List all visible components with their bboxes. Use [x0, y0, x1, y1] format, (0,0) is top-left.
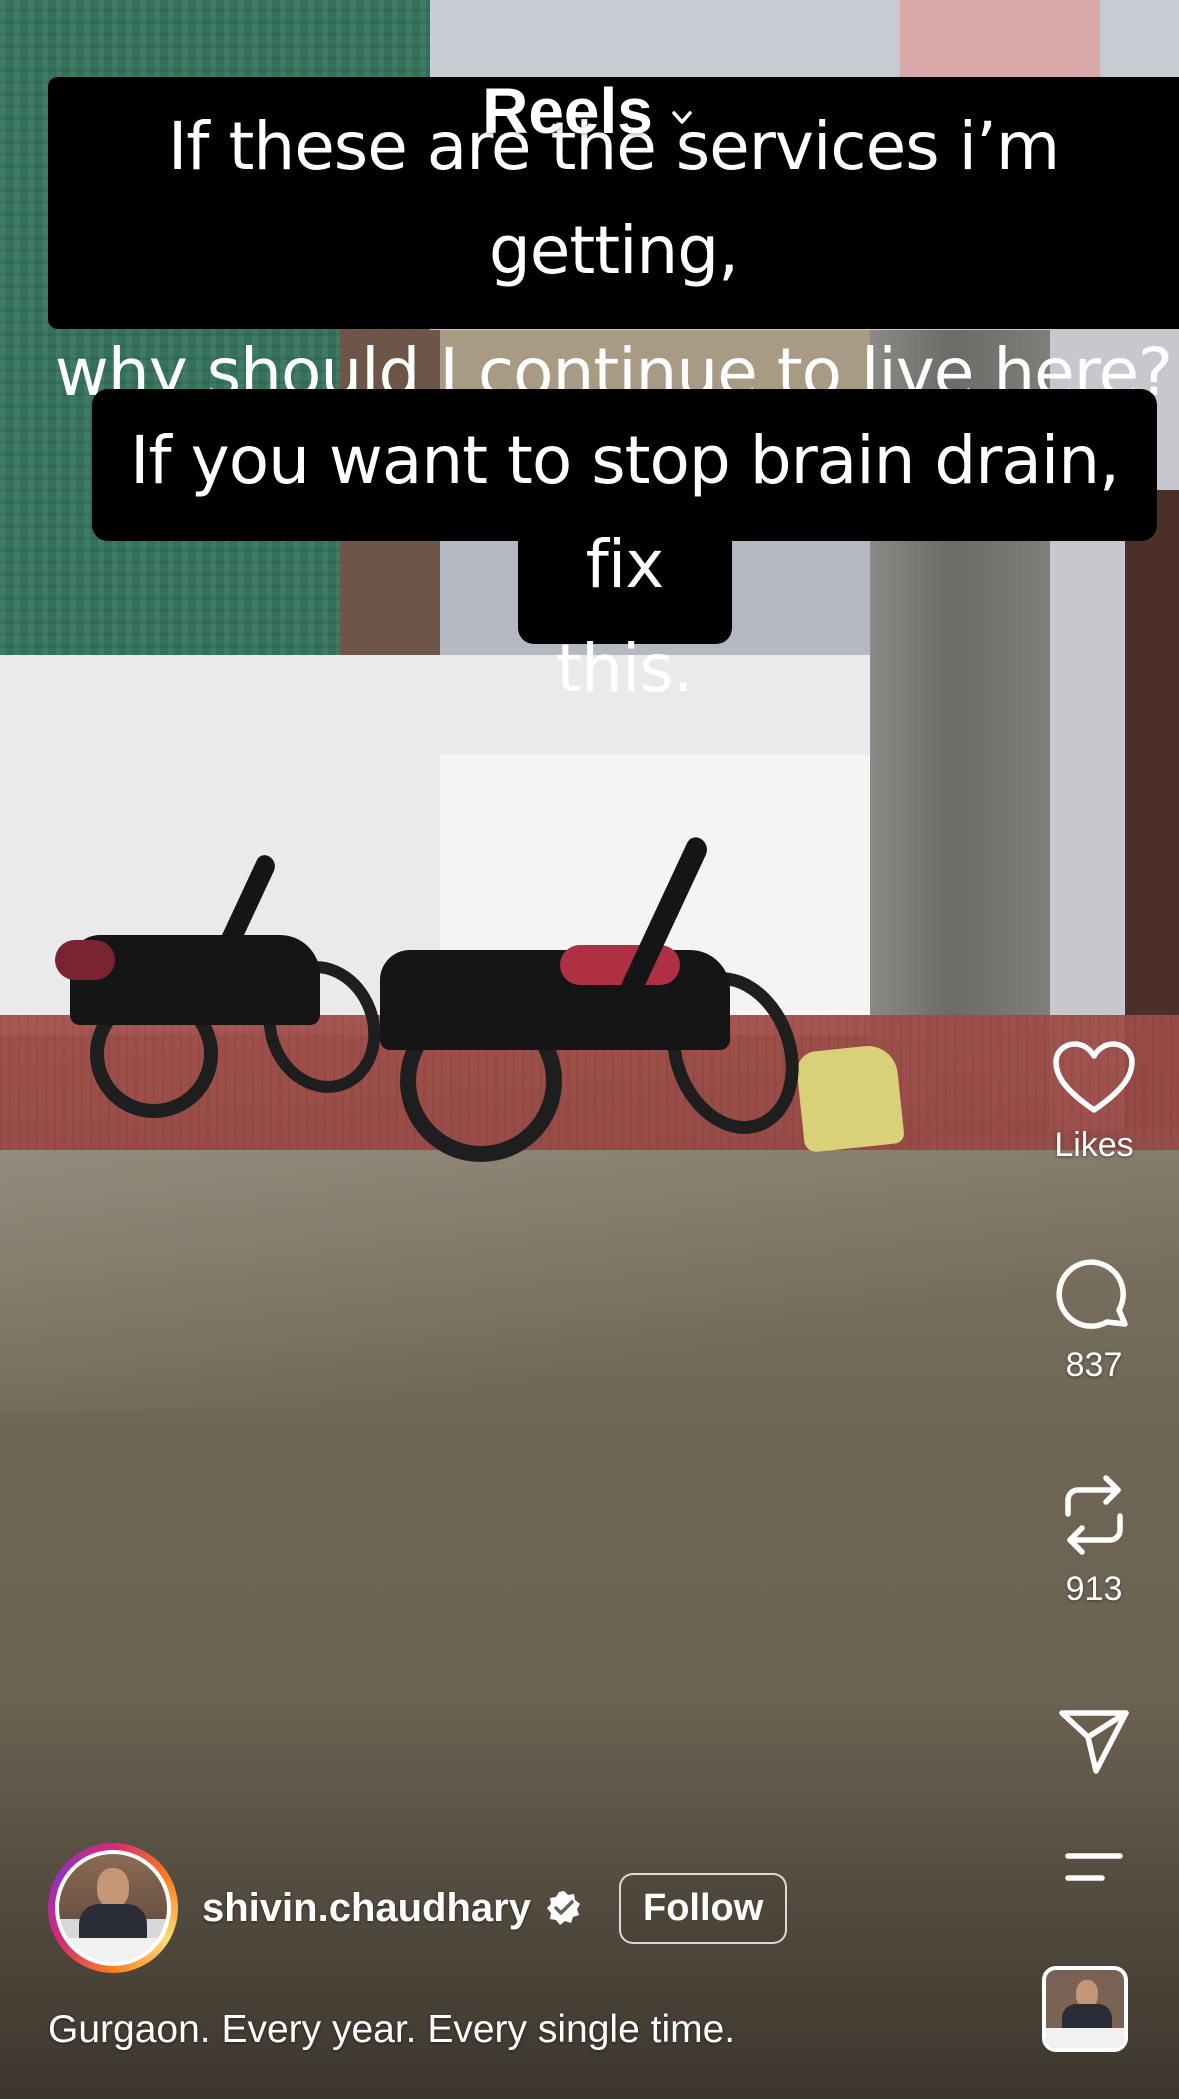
share-button[interactable]: [1009, 1705, 1179, 1777]
reels-dropdown[interactable]: Reels: [482, 74, 697, 148]
send-icon: [1009, 1705, 1179, 1777]
repost-icon: [1009, 1470, 1179, 1560]
repost-count: 913: [1065, 1570, 1123, 1608]
like-button[interactable]: Likes: [1009, 1040, 1179, 1165]
caption-line-3: If you want to stop brain drain, fix: [129, 422, 1120, 603]
verified-badge-icon: [545, 1889, 583, 1932]
water-reflection: [0, 1150, 1179, 1410]
audio-thumbnail[interactable]: [1042, 1966, 1128, 2052]
username-link[interactable]: shivin.chaudhary: [202, 1886, 531, 1931]
avatar[interactable]: [48, 1843, 178, 1973]
caption-middle-text: If you want to stop brain drain, fix thi…: [92, 409, 1157, 721]
reel-description[interactable]: Gurgaon. Every year. Every single time.: [48, 2008, 735, 2052]
repost-button[interactable]: 913: [1009, 1470, 1179, 1609]
follow-button[interactable]: Follow: [618, 1872, 788, 1944]
menu-icon: [1009, 1848, 1179, 1888]
heart-icon: [1009, 1040, 1179, 1116]
comment-button[interactable]: 837: [1009, 1258, 1179, 1385]
background-building: [900, 0, 1100, 80]
chevron-down-icon: [667, 103, 697, 138]
comment-icon: [1009, 1258, 1179, 1336]
caption-line-4: this.: [556, 630, 693, 707]
page-title: Reels: [482, 75, 653, 147]
motorcycle-right: [350, 830, 821, 1170]
author-row: shivin.chaudhary Follow: [48, 1843, 788, 1973]
likes-label: Likes: [1054, 1126, 1134, 1164]
motorcycle-left: [50, 840, 399, 1140]
more-options-button[interactable]: [1009, 1848, 1179, 1888]
yellow-sack: [795, 1043, 905, 1153]
comment-count: 837: [1065, 1346, 1123, 1384]
avatar-image: [59, 1854, 167, 1962]
